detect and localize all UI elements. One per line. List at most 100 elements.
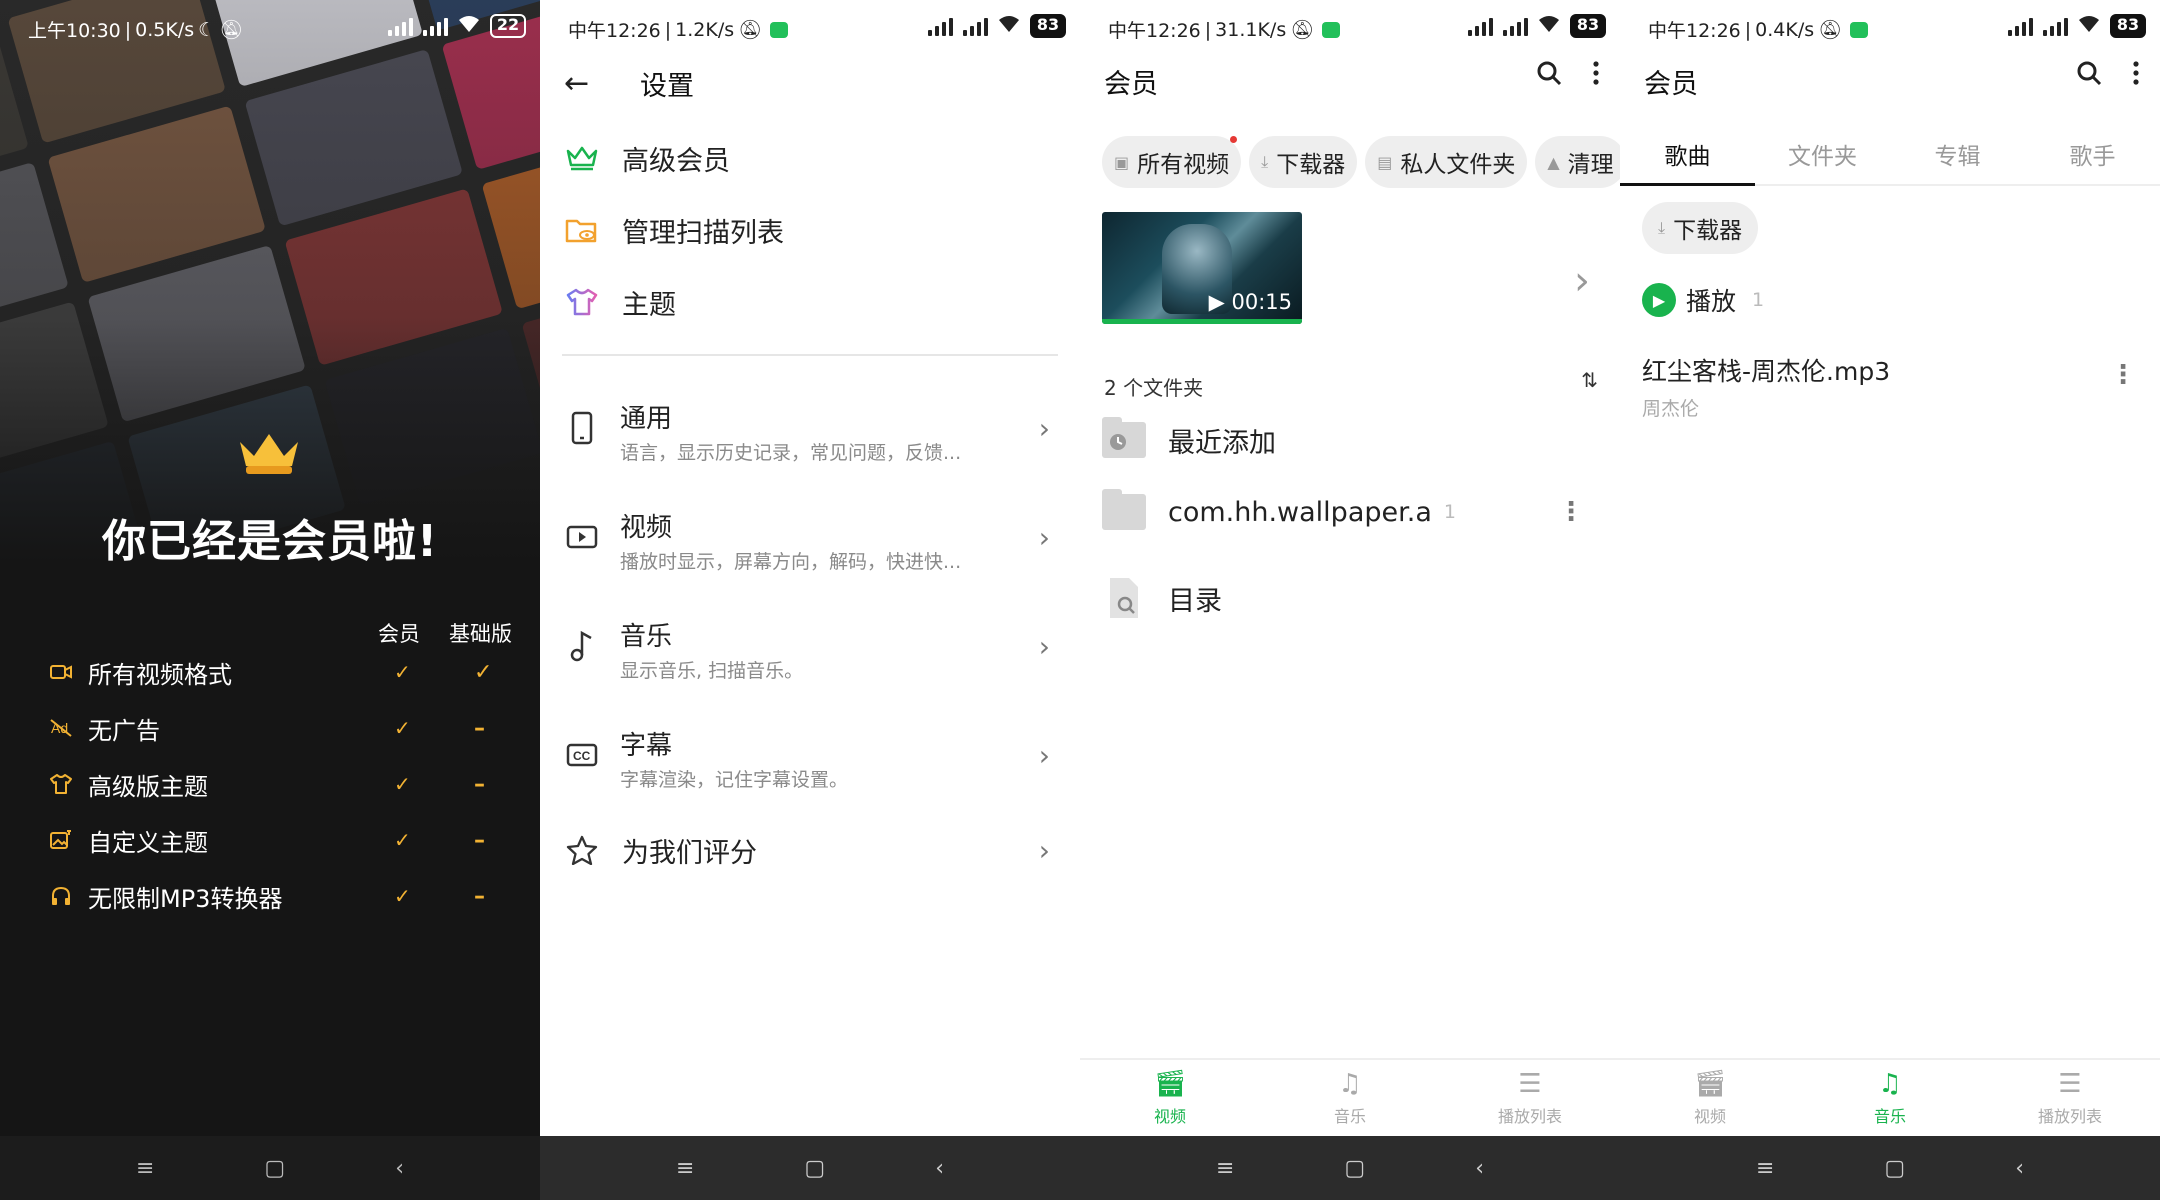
signal-icon bbox=[963, 16, 988, 36]
more-options-icon[interactable] bbox=[2132, 60, 2140, 90]
music-note-icon: ♫ bbox=[1878, 1069, 1902, 1099]
music-note-icon bbox=[564, 628, 600, 664]
chip-label: 清理 bbox=[1567, 152, 1614, 178]
basic-mark: – bbox=[474, 827, 485, 853]
tab-playlist[interactable]: ☰ 播放列表 bbox=[1440, 1060, 1620, 1136]
item-label: 管理扫描列表 bbox=[622, 217, 784, 249]
manage-scan-list-item[interactable]: 管理扫描列表 bbox=[564, 200, 1064, 260]
menu-nav-button[interactable]: ≡ bbox=[676, 1156, 694, 1181]
tab-playlist[interactable]: ☰ 播放列表 bbox=[1980, 1060, 2160, 1136]
tab-songs[interactable]: 歌曲 bbox=[1620, 124, 1755, 186]
rate-us-item[interactable]: 为我们评分 › bbox=[564, 820, 1064, 880]
tab-video[interactable]: 🎬︎ 视频 bbox=[1620, 1060, 1800, 1136]
status-time: 中午12:26 bbox=[568, 20, 661, 42]
battery-indicator: 83 bbox=[1570, 14, 1606, 38]
signal-icon bbox=[2043, 16, 2068, 36]
menu-nav-button[interactable]: ≡ bbox=[1216, 1156, 1234, 1181]
broom-icon: ▲ bbox=[1547, 152, 1560, 172]
back-nav-button[interactable]: ‹ bbox=[935, 1156, 944, 1181]
home-nav-button[interactable]: ▢ bbox=[1884, 1156, 1905, 1181]
filter-chips: ▣ 所有视频 ⤓ 下载器 ▤ 私人文件夹 ▲ 清理 bbox=[1102, 136, 1620, 188]
back-nav-button[interactable]: ‹ bbox=[1475, 1156, 1484, 1181]
folder-item[interactable]: com.hh.wallpaper.a 1 ⋮ bbox=[1102, 482, 1602, 542]
status-speed: 31.1K/s bbox=[1215, 18, 1287, 41]
chip-downloader[interactable]: ⤓ 下载器 bbox=[1642, 202, 1759, 254]
basic-mark: ✓ bbox=[474, 659, 493, 685]
chip-all-videos[interactable]: ▣ 所有视频 bbox=[1102, 136, 1242, 188]
video-thumbnail[interactable]: ▶ 00:15 bbox=[1102, 212, 1302, 324]
mute-bell-icon: 🔕︎ bbox=[1290, 19, 1315, 41]
back-nav-button[interactable]: ‹ bbox=[395, 1156, 404, 1181]
play-icon[interactable]: ▶ bbox=[1642, 283, 1676, 317]
chip-label: 所有视频 bbox=[1137, 152, 1230, 178]
settings-video[interactable]: 视频 播放时显示，屏幕方向，解码，快进快... › bbox=[564, 495, 1064, 585]
chevron-right-icon: › bbox=[1038, 412, 1050, 445]
song-artist: 周杰伦 bbox=[1642, 398, 1700, 420]
catalog-label: 目录 bbox=[1168, 585, 1222, 617]
theme-item[interactable]: 主题 bbox=[564, 272, 1064, 332]
more-options-icon[interactable]: ⋮ bbox=[1558, 497, 1584, 527]
settings-subtitle[interactable]: CC 字幕 字幕渲染，记住字幕设置。 › bbox=[564, 713, 1064, 803]
tab-artists[interactable]: 歌手 bbox=[2025, 124, 2160, 184]
wechat-icon bbox=[1322, 21, 1341, 38]
status-time: 中午12:26 bbox=[1108, 20, 1201, 42]
back-nav-button[interactable]: ‹ bbox=[2015, 1156, 2024, 1181]
vip-screen: 上午10:30 | 0.5K/s ☾ 🔕︎ 22 你已经是会员啦! 会员 基础版 所有视… bbox=[0, 0, 540, 1200]
tab-music[interactable]: ♫ 音乐 bbox=[1260, 1060, 1440, 1136]
folder-label: 最近添加 bbox=[1168, 427, 1276, 459]
catalog-item[interactable]: 目录 bbox=[1102, 568, 1602, 628]
settings-music[interactable]: 音乐 显示音乐, 扫描音乐。 › bbox=[564, 604, 1064, 694]
more-options-icon[interactable]: ⋮ bbox=[2110, 360, 2136, 390]
folder-icon bbox=[1102, 489, 1146, 530]
signal-icon bbox=[1503, 16, 1528, 36]
item-label: 高级会员 bbox=[622, 145, 730, 177]
clapper-icon: 🎬︎ bbox=[1153, 1069, 1187, 1099]
folder-item-count: 1 bbox=[1443, 501, 1456, 523]
system-nav-bar: ≡ ▢ ‹ bbox=[0, 1136, 540, 1200]
feature-row: 所有视频格式 ✓ ✓ bbox=[48, 652, 518, 692]
chip-private-folder[interactable]: ▤ 私人文件夹 bbox=[1365, 136, 1528, 188]
tab-music[interactable]: ♫ 音乐 bbox=[1800, 1060, 1980, 1136]
tab-video[interactable]: 🎬︎ 视频 bbox=[1080, 1060, 1260, 1136]
setting-title: 通用 bbox=[620, 404, 673, 434]
setting-title: 音乐 bbox=[620, 622, 673, 652]
premium-member-item[interactable]: 高级会员 bbox=[564, 128, 1064, 188]
system-nav-bar: ≡ ▢ ‹ bbox=[540, 1136, 1080, 1200]
feature-label: 所有视频格式 bbox=[88, 660, 232, 689]
top-actions bbox=[1536, 60, 1600, 90]
page-title: 设置 bbox=[640, 70, 694, 102]
music-note-icon: ♫ bbox=[1338, 1069, 1362, 1099]
video-icon: ▣ bbox=[1114, 152, 1130, 172]
sort-icon[interactable]: ⇅ bbox=[1581, 368, 1598, 392]
mute-bell-icon: 🔕︎ bbox=[1818, 19, 1843, 41]
search-icon[interactable] bbox=[2076, 60, 2102, 90]
headphones-icon bbox=[48, 883, 74, 909]
folder-recently-added[interactable]: 最近添加 bbox=[1102, 410, 1602, 470]
search-icon[interactable] bbox=[1536, 60, 1562, 90]
back-arrow-icon[interactable]: ← bbox=[564, 66, 589, 101]
top-actions bbox=[2076, 60, 2140, 90]
home-nav-button[interactable]: ▢ bbox=[264, 1156, 285, 1181]
home-nav-button[interactable]: ▢ bbox=[804, 1156, 825, 1181]
setting-title: 视频 bbox=[620, 513, 673, 543]
chip-downloader[interactable]: ⤓ 下载器 bbox=[1249, 136, 1358, 188]
more-options-icon[interactable] bbox=[1592, 60, 1600, 90]
tab-albums[interactable]: 专辑 bbox=[1890, 124, 2025, 184]
bottom-tab-bar: 🎬︎ 视频 ♫ 音乐 ☰ 播放列表 bbox=[1080, 1058, 1620, 1136]
folder-eye-icon bbox=[564, 212, 600, 248]
home-nav-button[interactable]: ▢ bbox=[1344, 1156, 1365, 1181]
tab-folders[interactable]: 文件夹 bbox=[1755, 124, 1890, 184]
setting-desc: 播放时显示，屏幕方向，解码，快进快... bbox=[620, 551, 962, 573]
column-member: 会员 bbox=[378, 622, 420, 646]
feature-row: 无限制MP3转换器 ✓ – bbox=[48, 876, 518, 916]
play-all-row[interactable]: ▶ 播放 1 bbox=[1642, 282, 1764, 318]
song-row[interactable]: 红尘客栈-周杰伦.mp3 周杰伦 ⋮ bbox=[1642, 352, 2142, 422]
settings-general[interactable]: 通用 语言，显示历史记录，常见问题，反馈... › bbox=[564, 386, 1064, 476]
menu-nav-button[interactable]: ≡ bbox=[136, 1156, 154, 1181]
chip-cleaner[interactable]: ▲ 清理 bbox=[1535, 136, 1620, 188]
mute-bell-icon: 🔕︎ bbox=[219, 19, 244, 41]
status-time: 中午12:26 bbox=[1648, 20, 1741, 42]
status-speed: 0.4K/s bbox=[1755, 18, 1815, 41]
chevron-right-icon[interactable]: › bbox=[1574, 258, 1590, 304]
menu-nav-button[interactable]: ≡ bbox=[1756, 1156, 1774, 1181]
